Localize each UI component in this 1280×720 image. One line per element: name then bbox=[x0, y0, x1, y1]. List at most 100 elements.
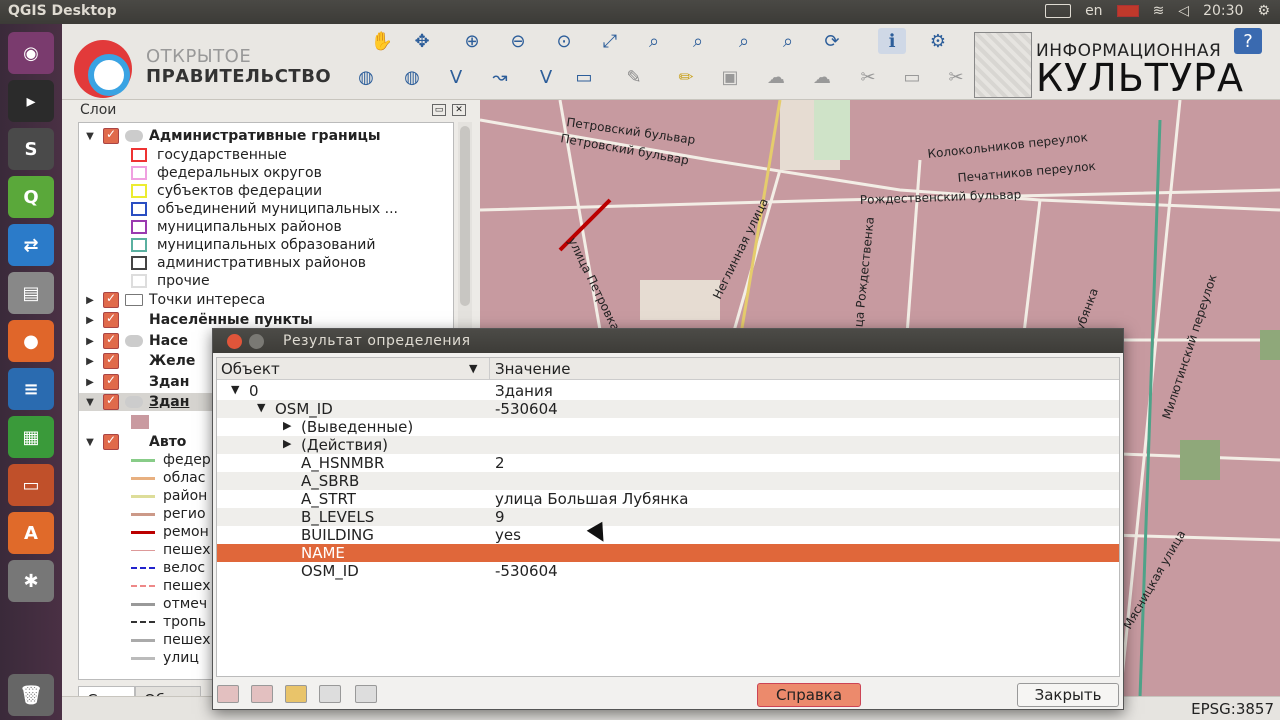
table-row[interactable]: ▼ 0 Здания bbox=[217, 382, 1119, 400]
zoom-last-icon[interactable]: ⌕ bbox=[730, 28, 758, 54]
layer-group[interactable]: ▼ Административные границы bbox=[83, 127, 381, 145]
layer-checkbox[interactable] bbox=[103, 332, 119, 349]
pan-icon[interactable]: ✋ bbox=[368, 28, 396, 54]
layer-checkbox[interactable] bbox=[103, 433, 119, 450]
layer-group[interactable]: ▶ Точки интереса bbox=[83, 291, 265, 309]
column-header-object[interactable]: Объект bbox=[221, 360, 280, 378]
table-row[interactable]: OSM_ID -530604 bbox=[217, 562, 1119, 580]
add-wms-icon[interactable]: ◍ bbox=[398, 64, 426, 90]
close-panel-icon[interactable]: ✕ bbox=[452, 104, 466, 116]
layer-group[interactable]: ▶ Здан bbox=[83, 373, 189, 391]
layer-group[interactable]: ▶ Насе bbox=[83, 332, 188, 350]
zoom-full-icon[interactable]: ⤢ bbox=[596, 28, 624, 54]
expand-arrow-icon[interactable]: ▶ bbox=[83, 315, 97, 326]
zoom-layer-icon[interactable]: ⌕ bbox=[684, 28, 712, 54]
delete-feature-icon[interactable]: ▭ bbox=[898, 64, 926, 90]
identify-icon[interactable]: ℹ bbox=[878, 28, 906, 54]
table-row[interactable]: ▶ (Действия) bbox=[217, 436, 1119, 454]
layer-group[interactable]: ▼ Авто bbox=[83, 433, 186, 451]
table-row[interactable]: ▼ OSM_ID -530604 bbox=[217, 400, 1119, 418]
expand-arrow-icon[interactable]: ▶ bbox=[83, 356, 97, 367]
move-feature-icon[interactable]: ☁ bbox=[808, 64, 836, 90]
teamviewer-icon[interactable]: ⇄ bbox=[8, 224, 54, 266]
table-row[interactable]: ▶ (Выведенные) bbox=[217, 418, 1119, 436]
collapse-arrow-icon[interactable]: ▼ bbox=[257, 401, 265, 414]
dialog-titlebar[interactable]: Результат определения bbox=[213, 329, 1123, 353]
close-window-icon[interactable] bbox=[227, 334, 242, 349]
collapse-arrow-icon[interactable]: ▼ bbox=[83, 397, 97, 408]
language-indicator[interactable]: en bbox=[1085, 3, 1103, 19]
add-vector-icon[interactable]: V bbox=[442, 64, 470, 90]
expand-arrow-icon[interactable]: ▶ bbox=[83, 295, 97, 306]
node-tool-icon[interactable]: ✂ bbox=[854, 64, 882, 90]
pan-to-selection-icon[interactable]: ✥ bbox=[408, 28, 436, 54]
collapse-arrow-icon[interactable]: ▼ bbox=[231, 383, 239, 396]
impress-icon[interactable]: ▭ bbox=[8, 464, 54, 506]
software-center-icon[interactable]: A bbox=[8, 512, 54, 554]
files-icon[interactable]: ▤ bbox=[8, 272, 54, 314]
table-row[interactable]: B_LEVELS 9 bbox=[217, 508, 1119, 526]
wifi-icon[interactable]: ≋ bbox=[1153, 3, 1165, 19]
settings-icon[interactable]: ✱ bbox=[8, 560, 54, 602]
expand-arrow-icon[interactable]: ▶ bbox=[83, 377, 97, 388]
expand-all-icon[interactable] bbox=[217, 685, 239, 703]
minimize-window-icon[interactable] bbox=[249, 334, 264, 349]
expand-arrow-icon[interactable]: ▶ bbox=[283, 437, 291, 450]
copy-icon[interactable] bbox=[319, 685, 341, 703]
zoom-next-icon[interactable]: ⌕ bbox=[774, 28, 802, 54]
dash-icon[interactable]: ◉ bbox=[8, 32, 54, 74]
zoom-selection-icon[interactable]: ⌕ bbox=[640, 28, 668, 54]
table-row-selected[interactable]: NAME bbox=[217, 544, 1119, 562]
table-row[interactable]: A_SBRB bbox=[217, 472, 1119, 490]
layer-checkbox[interactable] bbox=[103, 352, 119, 369]
trash-icon[interactable]: 🗑 bbox=[8, 674, 54, 716]
float-panel-icon[interactable]: ▭ bbox=[432, 104, 446, 116]
add-path-icon[interactable]: ↝ bbox=[486, 64, 514, 90]
edit-icon[interactable]: ✎ bbox=[620, 64, 648, 90]
layer-group[interactable]: ▶ Желе bbox=[83, 352, 195, 370]
add-feature-icon[interactable]: ☁ bbox=[762, 64, 790, 90]
collapse-arrow-icon[interactable]: ▼ bbox=[83, 131, 97, 142]
writer-icon[interactable]: ≡ bbox=[8, 368, 54, 410]
collapse-arrow-icon[interactable]: ▼ bbox=[83, 437, 97, 448]
add-layer-icon[interactable]: ◍ bbox=[352, 64, 380, 90]
layer-checkbox[interactable] bbox=[103, 373, 119, 390]
table-row[interactable]: BUILDING yes bbox=[217, 526, 1119, 544]
calc-icon[interactable]: ▦ bbox=[8, 416, 54, 458]
expand-arrow-icon[interactable]: ▶ bbox=[83, 336, 97, 347]
pencil-icon[interactable]: ✏ bbox=[672, 64, 700, 90]
close-button[interactable]: Закрыть bbox=[1017, 683, 1119, 707]
cut-icon[interactable]: ✂ bbox=[942, 64, 970, 90]
new-layer-icon[interactable]: ▭ bbox=[570, 64, 598, 90]
clock[interactable]: 20:30 bbox=[1203, 3, 1243, 19]
keyboard-icon[interactable] bbox=[1045, 4, 1072, 18]
expand-arrow-icon[interactable]: ▶ bbox=[283, 419, 291, 432]
print-icon[interactable] bbox=[355, 685, 377, 703]
layer-checkbox[interactable] bbox=[103, 311, 119, 328]
zoom-native-icon[interactable]: ⊙ bbox=[550, 28, 578, 54]
sublime-icon[interactable]: S bbox=[8, 128, 54, 170]
firefox-icon[interactable]: ● bbox=[8, 320, 54, 362]
refresh-icon[interactable]: ⟳ bbox=[818, 28, 846, 54]
help-icon[interactable]: ? bbox=[1234, 28, 1262, 54]
terminal-icon[interactable]: ▸ bbox=[8, 80, 54, 122]
gear-icon[interactable]: ⚙ bbox=[1257, 3, 1270, 19]
layer-checkbox[interactable] bbox=[103, 393, 119, 410]
volume-icon[interactable]: ◁ bbox=[1178, 3, 1189, 19]
measure-icon[interactable]: ⚙ bbox=[924, 28, 952, 54]
crs-indicator[interactable]: EPSG:3857 bbox=[1191, 700, 1274, 718]
expand-new-icon[interactable] bbox=[285, 685, 307, 703]
zoom-in-icon[interactable]: ⊕ bbox=[458, 28, 486, 54]
collapse-all-icon[interactable] bbox=[251, 685, 273, 703]
column-header-value[interactable]: Значение bbox=[495, 360, 571, 378]
layer-checkbox[interactable] bbox=[103, 291, 119, 308]
table-row[interactable]: A_STRT улица Большая Лубянка bbox=[217, 490, 1119, 508]
help-button[interactable]: Справка bbox=[757, 683, 861, 707]
battery-icon[interactable] bbox=[1116, 5, 1139, 17]
sort-arrow-icon[interactable]: ▼ bbox=[469, 362, 477, 375]
qgis-icon[interactable]: Q bbox=[8, 176, 54, 218]
add-virtual-layer-icon[interactable]: V bbox=[532, 64, 560, 90]
table-row[interactable]: A_HSNMBR 2 bbox=[217, 454, 1119, 472]
layer-group[interactable]: ▶ Населённые пункты bbox=[83, 311, 313, 329]
zoom-out-icon[interactable]: ⊖ bbox=[504, 28, 532, 54]
